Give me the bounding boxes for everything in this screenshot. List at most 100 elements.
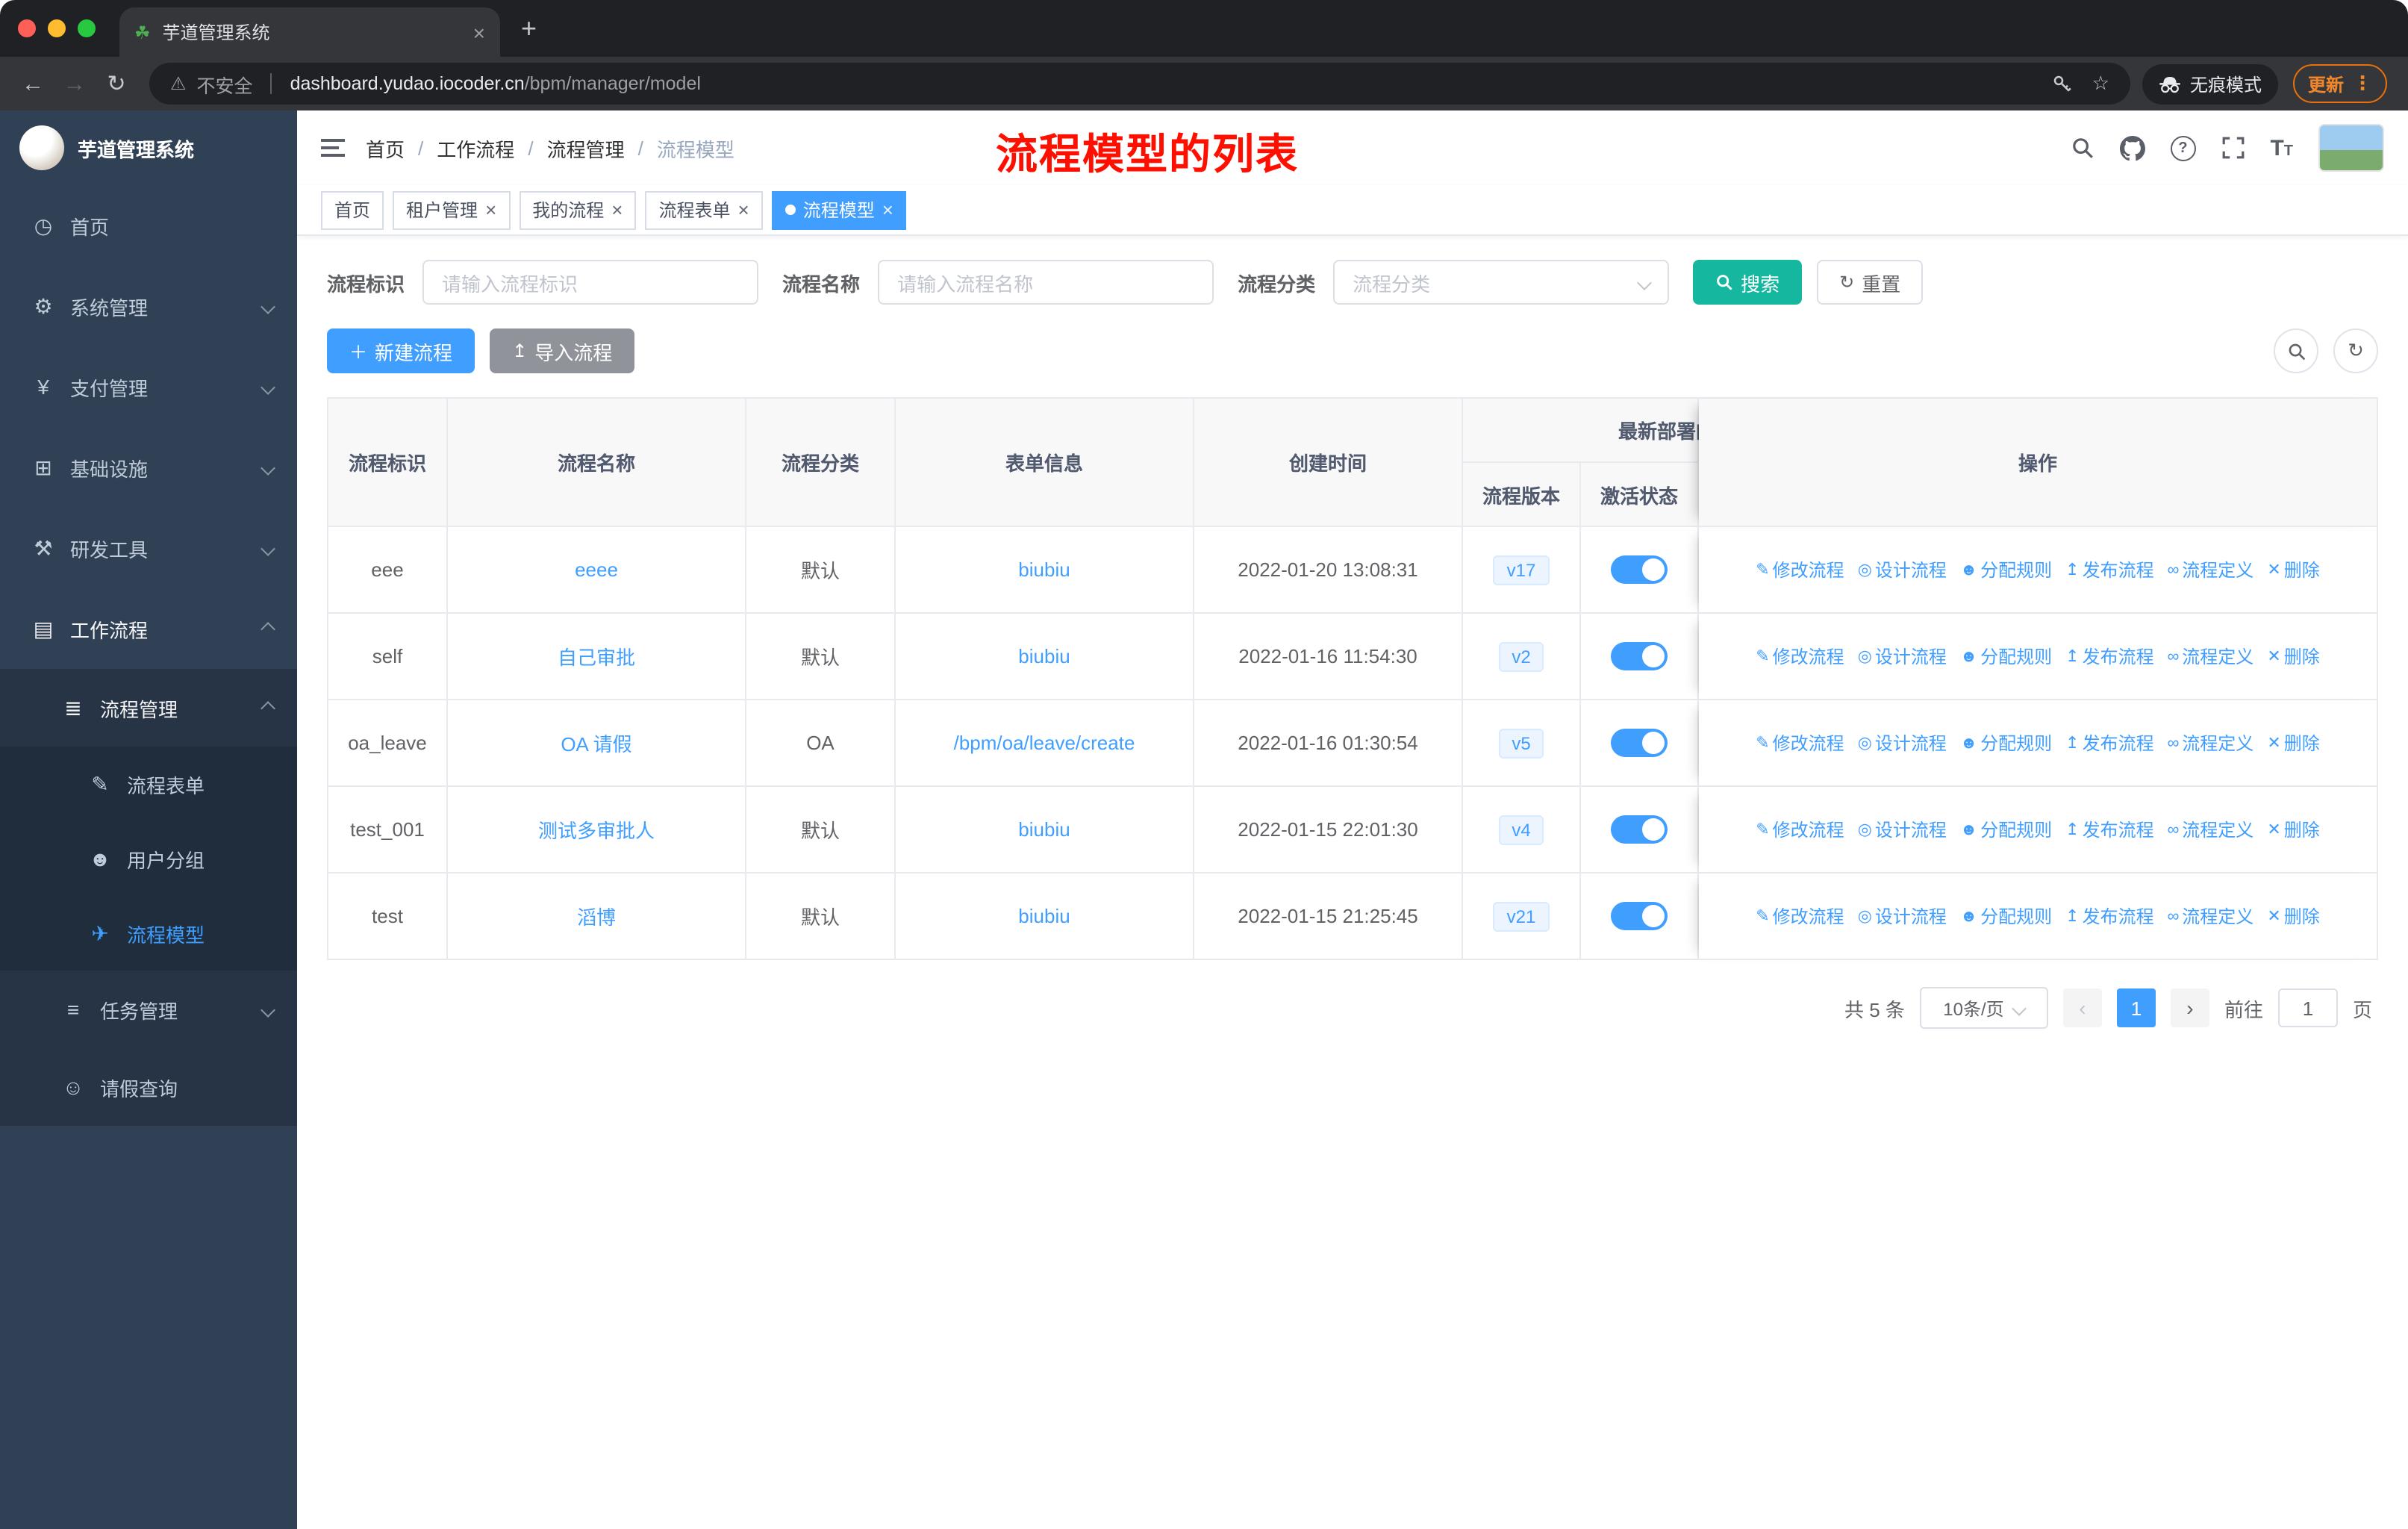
page-number-button[interactable]: 1 — [2116, 988, 2156, 1027]
form-info-link[interactable]: biubiu — [896, 874, 1194, 960]
sidebar-item-process-management[interactable]: ≣ 流程管理 — [0, 669, 297, 747]
close-icon[interactable]: × — [882, 200, 893, 219]
new-tab-button[interactable]: + — [521, 13, 537, 44]
sidebar-item-home[interactable]: ◷ 首页 — [0, 185, 297, 266]
process-name-link[interactable]: eeee — [448, 527, 746, 614]
edit-process-link[interactable]: ✎ 修改流程 — [1756, 817, 1844, 842]
page-size-select[interactable]: 10条/页 — [1919, 987, 2048, 1029]
tab-close-icon[interactable]: × — [473, 20, 485, 44]
edit-process-link[interactable]: ✎ 修改流程 — [1756, 644, 1844, 669]
close-icon[interactable]: × — [611, 200, 623, 219]
active-toggle[interactable] — [1611, 902, 1668, 930]
help-icon[interactable]: ? — [2170, 135, 2196, 161]
process-definition-link[interactable]: ∞ 流程定义 — [2168, 557, 2254, 582]
tag-process-model[interactable]: 流程模型 × — [771, 190, 907, 229]
publish-process-link[interactable]: ↥ 发布流程 — [2065, 730, 2153, 756]
breadcrumb-item[interactable]: 工作流程 — [437, 134, 514, 162]
process-definition-link[interactable]: ∞ 流程定义 — [2168, 817, 2254, 842]
key-icon[interactable] — [2052, 72, 2074, 95]
sidebar-item-payment-management[interactable]: ¥ 支付管理 — [0, 346, 297, 427]
github-icon[interactable] — [2119, 135, 2145, 161]
assign-rule-link[interactable]: ☻ 分配规则 — [1960, 644, 2052, 669]
form-info-link[interactable]: /bpm/oa/leave/create — [896, 700, 1194, 787]
assign-rule-link[interactable]: ☻ 分配规则 — [1960, 557, 2052, 582]
design-process-link[interactable]: ◎ 设计流程 — [1858, 817, 1947, 842]
process-key-input[interactable]: 请输入流程标识 — [422, 260, 759, 305]
assign-rule-link[interactable]: ☻ 分配规则 — [1960, 903, 2052, 929]
process-definition-link[interactable]: ∞ 流程定义 — [2168, 730, 2254, 756]
assign-rule-link[interactable]: ☻ 分配规则 — [1960, 817, 2052, 842]
edit-process-link[interactable]: ✎ 修改流程 — [1756, 903, 1844, 929]
form-info-link[interactable]: biubiu — [896, 614, 1194, 700]
design-process-link[interactable]: ◎ 设计流程 — [1858, 644, 1947, 669]
back-icon[interactable]: ← — [12, 71, 54, 96]
more-menu-icon[interactable]: ⋮ — [2353, 72, 2372, 96]
sidebar-item-process-form[interactable]: ✎ 流程表单 — [0, 747, 297, 821]
publish-process-link[interactable]: ↥ 发布流程 — [2065, 644, 2153, 669]
process-name-link[interactable]: 测试多审批人 — [448, 787, 746, 874]
next-page-button[interactable]: › — [2170, 988, 2209, 1027]
design-process-link[interactable]: ◎ 设计流程 — [1858, 557, 1947, 582]
delete-link[interactable]: ✕ 删除 — [2267, 817, 2319, 842]
process-name-link[interactable]: 自己审批 — [448, 614, 746, 700]
sidebar-item-leave-query[interactable]: ☺ 请假查询 — [0, 1048, 297, 1126]
design-process-link[interactable]: ◎ 设计流程 — [1858, 903, 1947, 929]
design-process-link[interactable]: ◎ 设计流程 — [1858, 730, 1947, 756]
address-bar[interactable]: ⚠ 不安全 dashboard.yudao.iocoder.cn/bpm/man… — [149, 63, 2130, 105]
active-toggle[interactable] — [1611, 642, 1668, 670]
refresh-table-button[interactable]: ↻ — [2333, 328, 2378, 373]
delete-link[interactable]: ✕ 删除 — [2267, 557, 2319, 582]
bookmark-star-icon[interactable]: ☆ — [2092, 72, 2109, 96]
form-info-link[interactable]: biubiu — [896, 527, 1194, 614]
font-size-icon[interactable]: TT — [2270, 135, 2293, 161]
reload-icon[interactable]: ↻ — [96, 70, 137, 97]
sidebar-item-workflow[interactable]: ▤ 工作流程 — [0, 588, 297, 669]
process-definition-link[interactable]: ∞ 流程定义 — [2168, 903, 2254, 929]
goto-page-input[interactable]: 1 — [2277, 988, 2338, 1027]
active-toggle[interactable] — [1611, 729, 1668, 757]
import-process-button[interactable]: ↥ 导入流程 — [490, 328, 635, 373]
sidebar-item-infrastructure[interactable]: ⊞ 基础设施 — [0, 427, 297, 508]
update-button[interactable]: 更新 ⋮ — [2292, 64, 2387, 103]
process-name-input[interactable]: 请输入流程名称 — [878, 260, 1214, 305]
delete-link[interactable]: ✕ 删除 — [2267, 644, 2319, 669]
browser-tab[interactable]: ☘ 芋道管理系统 × — [119, 7, 500, 57]
tag-home[interactable]: 首页 — [321, 190, 384, 229]
process-definition-link[interactable]: ∞ 流程定义 — [2168, 644, 2254, 669]
edit-process-link[interactable]: ✎ 修改流程 — [1756, 730, 1844, 756]
tag-my-process[interactable]: 我的流程 × — [519, 190, 637, 229]
tag-process-form[interactable]: 流程表单 × — [645, 190, 763, 229]
delete-link[interactable]: ✕ 删除 — [2267, 903, 2319, 929]
form-info-link[interactable]: biubiu — [896, 787, 1194, 874]
active-toggle[interactable] — [1611, 555, 1668, 584]
search-button[interactable]: 搜索 — [1693, 260, 1803, 305]
minimize-window-button[interactable] — [48, 19, 66, 37]
toggle-search-button[interactable] — [2274, 328, 2318, 373]
process-category-select[interactable]: 流程分类 — [1333, 260, 1670, 305]
publish-process-link[interactable]: ↥ 发布流程 — [2065, 817, 2153, 842]
process-name-link[interactable]: OA 请假 — [448, 700, 746, 787]
delete-link[interactable]: ✕ 删除 — [2267, 730, 2319, 756]
close-icon[interactable]: × — [738, 200, 749, 219]
sidebar-item-dev-tools[interactable]: ⚒ 研发工具 — [0, 508, 297, 588]
create-process-button[interactable]: ＋ 新建流程 — [327, 328, 475, 373]
breadcrumb-item[interactable]: 流程管理 — [547, 134, 625, 162]
search-icon[interactable] — [2070, 136, 2094, 160]
publish-process-link[interactable]: ↥ 发布流程 — [2065, 557, 2153, 582]
close-icon[interactable]: × — [485, 200, 496, 219]
sidebar-item-process-model[interactable]: ✈ 流程模型 — [0, 896, 297, 971]
process-name-link[interactable]: 滔博 — [448, 874, 746, 960]
assign-rule-link[interactable]: ☻ 分配规则 — [1960, 730, 2052, 756]
sidebar-item-system-management[interactable]: ⚙ 系统管理 — [0, 266, 297, 346]
reset-button[interactable]: ↻ 重置 — [1817, 260, 1924, 305]
maximize-window-button[interactable] — [78, 19, 96, 37]
user-avatar[interactable] — [2318, 124, 2384, 172]
fullscreen-icon[interactable] — [2221, 136, 2245, 160]
active-toggle[interactable] — [1611, 815, 1668, 844]
sidebar-item-user-group[interactable]: ☻ 用户分组 — [0, 821, 297, 896]
forward-icon[interactable]: → — [54, 71, 96, 96]
edit-process-link[interactable]: ✎ 修改流程 — [1756, 557, 1844, 582]
collapse-sidebar-icon[interactable] — [321, 139, 345, 157]
breadcrumb-item[interactable]: 首页 — [366, 134, 405, 162]
prev-page-button[interactable]: ‹ — [2062, 988, 2102, 1027]
